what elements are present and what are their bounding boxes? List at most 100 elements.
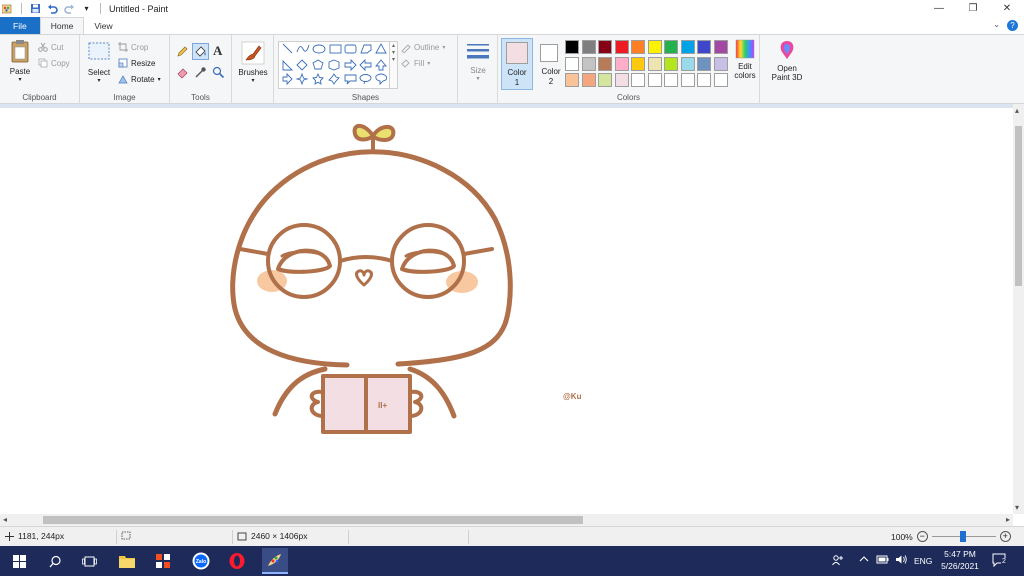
palette-swatch[interactable] (565, 73, 579, 87)
cut-button[interactable]: Cut (38, 42, 63, 52)
palette-swatch[interactable] (598, 56, 612, 71)
help-icon[interactable]: ? (1007, 20, 1018, 31)
paste-button[interactable]: Paste ▾ (6, 39, 34, 83)
palette-swatch[interactable] (697, 40, 711, 54)
notification-center[interactable]: 2 (992, 553, 1008, 569)
palette-swatch[interactable] (631, 56, 645, 71)
customize-toolbar-icon[interactable]: ▾ (81, 3, 92, 14)
redo-icon[interactable] (64, 3, 75, 14)
color-picker-icon[interactable] (194, 66, 207, 81)
palette-swatch[interactable] (713, 73, 728, 87)
palette-swatch[interactable] (598, 40, 612, 54)
restore-button[interactable]: ❐ (956, 0, 990, 17)
show-hidden-icons-icon[interactable] (859, 553, 869, 567)
people-icon[interactable] (832, 554, 844, 568)
scroll-up-icon[interactable]: ▴ (1015, 106, 1019, 115)
pencil-icon[interactable] (176, 45, 189, 60)
zoom-out-icon[interactable]: − (916, 531, 928, 542)
eraser-icon[interactable] (176, 66, 189, 81)
palette-swatch[interactable] (581, 40, 596, 54)
paint-app-icon[interactable] (1, 3, 13, 14)
edit-colors-button[interactable]: Edit colors (730, 39, 760, 80)
task-view-icon[interactable] (80, 552, 98, 570)
undo-icon[interactable] (47, 3, 58, 14)
rotate-button[interactable]: Rotate ▾ (118, 74, 161, 84)
scroll-down-icon[interactable]: ▾ (1015, 503, 1019, 512)
select-button[interactable]: Select ▾ (85, 41, 113, 84)
paste-dropdown-icon[interactable]: ▾ (18, 76, 21, 83)
vertical-scrollbar[interactable]: ▴ ▾ (1013, 104, 1024, 514)
palette-swatch[interactable] (631, 40, 645, 54)
zoom-in-icon[interactable]: + (999, 531, 1011, 542)
color2-button[interactable]: Color 2 (535, 38, 567, 90)
palette-swatch[interactable] (680, 56, 695, 71)
copy-button[interactable]: Copy (38, 58, 70, 68)
outline-button[interactable]: Outline ▾ (400, 42, 445, 53)
palette-swatch[interactable] (713, 56, 728, 71)
ribbon-tabs: File Home View ⌄ ? (0, 17, 1024, 34)
color1-button[interactable]: Color 1 (501, 38, 533, 90)
palette-swatch[interactable] (614, 40, 629, 54)
tab-file[interactable]: File (0, 17, 40, 34)
tab-home[interactable]: Home (39, 17, 85, 34)
palette-swatch[interactable] (631, 73, 645, 87)
palette-swatch[interactable] (565, 56, 579, 71)
nose-heart (355, 269, 373, 287)
palette-swatch[interactable] (647, 56, 662, 71)
file-explorer-icon[interactable] (118, 552, 136, 570)
brushes-button[interactable]: Brushes ▾ (236, 41, 270, 84)
open-paint3d-button[interactable]: Open Paint 3D (766, 39, 808, 82)
collapse-ribbon-icon[interactable]: ⌄ (993, 20, 1000, 29)
tab-view[interactable]: View (84, 17, 122, 34)
opera-browser-icon[interactable] (228, 552, 246, 570)
close-button[interactable]: ✕ (990, 0, 1024, 17)
palette-swatch[interactable] (664, 73, 678, 87)
search-icon[interactable] (46, 552, 64, 570)
clock[interactable]: 5:47 PM 5/26/2021 (940, 549, 980, 571)
palette-swatch[interactable] (680, 40, 695, 54)
fill-bucket-icon[interactable] (192, 43, 209, 60)
palette-swatch[interactable] (565, 40, 579, 54)
text-tool-icon[interactable]: A (213, 43, 222, 59)
paint-taskbar-icon[interactable] (262, 548, 288, 574)
palette-swatch[interactable] (598, 73, 612, 87)
magnifier-icon[interactable] (212, 66, 225, 81)
drawing-canvas[interactable]: II+ @Ku (0, 108, 1013, 514)
palette-swatch[interactable] (713, 40, 728, 54)
volume-icon[interactable] (895, 554, 908, 567)
select-dropdown-icon[interactable]: ▾ (97, 77, 100, 84)
palette-swatch[interactable] (647, 73, 662, 87)
palette-swatch[interactable] (581, 56, 596, 71)
battery-icon[interactable] (876, 554, 889, 567)
palette-swatch[interactable] (664, 56, 678, 71)
scroll-right-icon[interactable]: ▸ (1006, 515, 1010, 524)
crop-button[interactable]: Crop (118, 42, 148, 52)
scroll-left-icon[interactable]: ◂ (3, 515, 7, 524)
palette-swatch[interactable] (680, 73, 695, 87)
palette-swatch[interactable] (697, 73, 711, 87)
shapes-scroll[interactable]: ▴ ▾ ▾ (390, 41, 398, 89)
palette-swatch[interactable] (614, 73, 629, 87)
palette-swatch[interactable] (581, 73, 596, 87)
vertical-scroll-thumb[interactable] (1015, 126, 1022, 286)
palette-swatch[interactable] (664, 40, 678, 54)
rotate-dropdown-icon[interactable]: ▾ (158, 76, 161, 83)
horizontal-scrollbar[interactable]: ◂ ▸ (0, 514, 1013, 526)
palette-swatch[interactable] (614, 56, 629, 71)
zalo-icon[interactable]: Zalo (192, 552, 210, 570)
save-icon[interactable] (30, 3, 41, 14)
horizontal-scroll-thumb[interactable] (43, 516, 583, 524)
minimize-button[interactable]: — (922, 0, 956, 17)
fill-button[interactable]: Fill ▾ (400, 58, 430, 69)
palette-swatch[interactable] (697, 56, 711, 71)
windows-start-icon[interactable] (10, 552, 28, 570)
brushes-dropdown-icon[interactable]: ▾ (251, 77, 254, 84)
language-indicator[interactable]: ENG (914, 556, 932, 566)
palette-swatch[interactable] (647, 40, 662, 54)
resize-button[interactable]: Resize (118, 58, 155, 68)
zoom-slider[interactable] (931, 531, 996, 542)
shapes-gallery[interactable] (278, 41, 390, 89)
office-app-icon[interactable] (154, 552, 172, 570)
zoom-slider-thumb[interactable] (959, 531, 966, 542)
size-button[interactable]: Size ▾ (462, 41, 494, 82)
